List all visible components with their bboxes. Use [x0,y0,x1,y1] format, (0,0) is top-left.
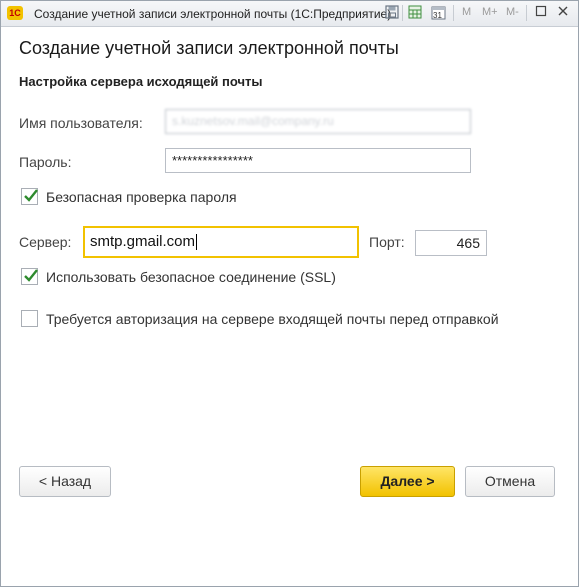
window-title: Создание учетной записи электронной почт… [34,7,392,21]
app-logo-icon: 1С [7,6,23,20]
title-bar: 1С Создание учетной записи электронной п… [1,1,578,27]
memory-minus-button[interactable]: M- [506,6,519,18]
toolbar-separator [526,5,527,21]
port-label: Порт: [369,234,405,250]
password-label: Пароль: [19,154,72,170]
memory-m-button[interactable]: M [462,6,471,18]
maximize-icon[interactable] [533,5,549,21]
server-input[interactable]: smtp.gmail.com [83,226,359,258]
calculator-icon[interactable] [407,5,423,21]
next-button[interactable]: Далее > [360,466,455,497]
cancel-button[interactable]: Отмена [465,466,555,497]
close-icon[interactable] [555,5,571,21]
checkmark-icon [24,269,38,282]
ssl-checkbox[interactable] [21,268,38,285]
server-input-value: smtp.gmail.com [90,233,196,250]
section-title: Настройка сервера исходящей почты [19,74,263,89]
auth-checkbox[interactable] [21,310,38,327]
dialog-content: Создание учетной записи электронной почт… [1,27,578,586]
server-label: Сервер: [19,234,72,250]
back-button[interactable]: < Назад [19,466,111,497]
username-field[interactable]: s.kuznetsov.mail@company.ru [165,109,471,134]
secure-password-checkbox[interactable] [21,188,38,205]
checkmark-icon [24,189,38,202]
memory-plus-button[interactable]: M+ [482,6,498,18]
toolbar-separator [402,5,403,21]
text-caret [196,234,198,251]
username-label: Имя пользователя: [19,115,143,131]
ssl-label[interactable]: Использовать безопасное соединение (SSL) [46,269,336,285]
calendar-day-label: 31 [433,11,442,20]
port-input[interactable]: 465 [415,230,487,256]
calendar-icon[interactable]: 31 [430,5,446,21]
password-field[interactable]: **************** [165,148,471,173]
dialog-window: 1С Создание учетной записи электронной п… [0,0,579,587]
toolbar-separator [453,5,454,21]
page-title: Создание учетной записи электронной почт… [19,38,399,58]
save-icon[interactable] [384,5,400,21]
auth-label[interactable]: Требуется авторизация на сервере входяще… [46,311,499,327]
secure-password-label[interactable]: Безопасная проверка пароля [46,189,237,205]
